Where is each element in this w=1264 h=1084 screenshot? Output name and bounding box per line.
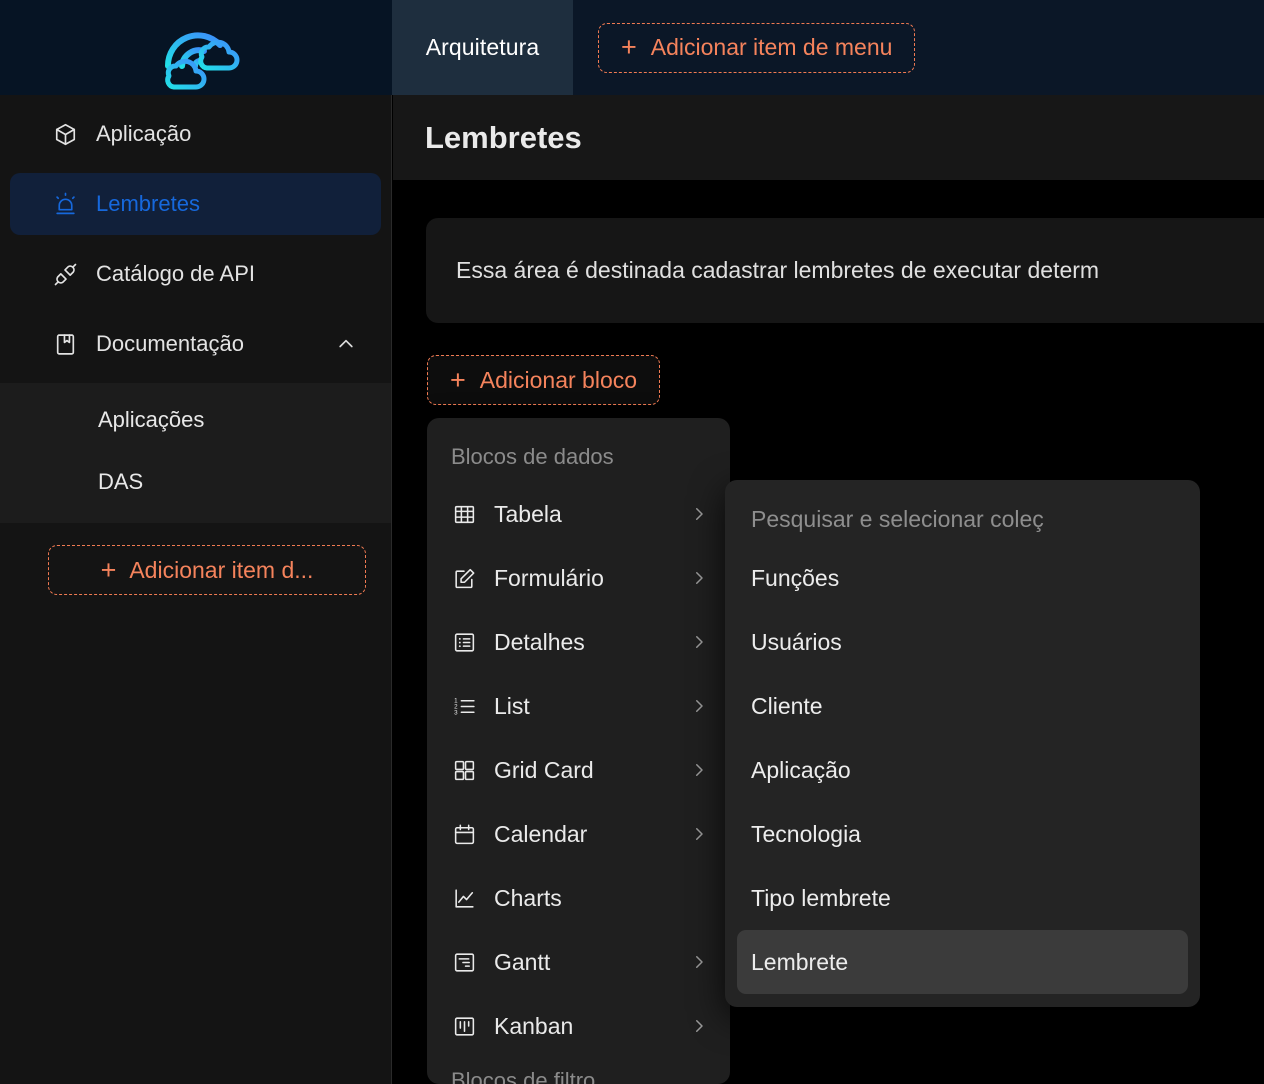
sidebar: Aplicação Lembretes Catálogo de API — [0, 95, 392, 1084]
menu-item-label: Calendar — [494, 821, 673, 848]
sidebar-subitem-das[interactable]: DAS — [0, 451, 391, 513]
plus-icon: + — [450, 367, 466, 394]
menu-item-kanban[interactable]: Kanban — [427, 994, 730, 1058]
page-header: Lembretes — [393, 95, 1264, 180]
add-block-label: Adicionar bloco — [480, 367, 637, 394]
sidebar-subgroup-documentacao: Aplicações DAS — [0, 383, 391, 523]
collection-item-aplicacao[interactable]: Aplicação — [737, 738, 1188, 802]
top-bar: Arquitetura + Adicionar item de menu — [0, 0, 1264, 95]
menu-item-detalhes[interactable]: Detalhes — [427, 610, 730, 674]
details-icon — [451, 629, 477, 655]
menu-item-label: Detalhes — [494, 629, 673, 656]
sidebar-item-aplicacao[interactable]: Aplicação — [10, 103, 381, 165]
menu-item-calendar[interactable]: Calendar — [427, 802, 730, 866]
block-type-menu: Blocos de dados Tabela Formulário Detalh… — [427, 418, 730, 1084]
menu-tab-strip: Arquitetura + Adicionar item de menu — [392, 0, 1264, 95]
collection-item-tecnologia[interactable]: Tecnologia — [737, 802, 1188, 866]
chevron-right-icon — [690, 1017, 708, 1035]
chevron-right-icon — [690, 761, 708, 779]
sidebar-subitem-aplicacoes[interactable]: Aplicações — [0, 389, 391, 451]
chevron-right-icon — [690, 505, 708, 523]
collection-search-input[interactable]: Pesquisar e selecionar coleç — [737, 492, 1188, 546]
edit-box-icon — [451, 565, 477, 591]
collection-item-label: Funções — [751, 565, 839, 592]
chevron-up-icon[interactable] — [333, 334, 359, 354]
sidebar-add-item-button[interactable]: + Adicionar item d... — [48, 545, 366, 595]
add-menu-item-label: Adicionar item de menu — [651, 34, 893, 61]
rainbow-clouds-logo-icon — [150, 4, 242, 92]
plug-icon — [52, 261, 78, 287]
book-icon — [52, 331, 78, 357]
menu-item-tabela[interactable]: Tabela — [427, 482, 730, 546]
app-root: Arquitetura + Adicionar item de menu Apl… — [0, 0, 1264, 1084]
collection-item-tipo-lembrete[interactable]: Tipo lembrete — [737, 866, 1188, 930]
collection-item-cliente[interactable]: Cliente — [737, 674, 1188, 738]
menu-item-label: Gantt — [494, 949, 673, 976]
collection-item-label: Cliente — [751, 693, 823, 720]
menu-item-list[interactable]: 123 List — [427, 674, 730, 738]
menu-item-label: Tabela — [494, 501, 673, 528]
sidebar-item-label: Lembretes — [96, 191, 381, 217]
sidebar-item-catalogo-de-api[interactable]: Catálogo de API — [10, 243, 381, 305]
calendar-icon — [451, 821, 477, 847]
chevron-right-icon — [690, 697, 708, 715]
plus-icon: + — [101, 557, 117, 584]
menu-item-label: Charts — [494, 885, 708, 912]
chevron-right-icon — [690, 825, 708, 843]
ordered-list-icon: 123 — [451, 693, 477, 719]
collection-item-label: Aplicação — [751, 757, 851, 784]
tab-arquitetura[interactable]: Arquitetura — [392, 0, 573, 95]
sidebar-item-label: Catálogo de API — [96, 261, 381, 287]
gantt-icon — [451, 949, 477, 975]
collection-select-menu: Pesquisar e selecionar coleç Funções Usu… — [725, 480, 1200, 1007]
sidebar-subitem-label: Aplicações — [98, 407, 204, 433]
plus-icon: + — [621, 34, 637, 61]
sidebar-add-item-label: Adicionar item d... — [129, 557, 313, 584]
page-title: Lembretes — [425, 120, 582, 156]
add-menu-item-button[interactable]: + Adicionar item de menu — [598, 23, 915, 73]
sidebar-item-documentacao[interactable]: Documentação — [10, 313, 381, 375]
menu-section-filter-blocks: Blocos de filtro — [427, 1058, 730, 1084]
box-icon — [52, 121, 78, 147]
collection-item-label: Usuários — [751, 629, 842, 656]
chevron-right-icon — [690, 569, 708, 587]
collection-item-lembrete[interactable]: Lembrete — [737, 930, 1188, 994]
menu-section-data-blocks: Blocos de dados — [427, 434, 730, 482]
chevron-right-icon — [690, 633, 708, 651]
menu-item-formulario[interactable]: Formulário — [427, 546, 730, 610]
tab-label: Arquitetura — [426, 34, 540, 61]
table-icon — [451, 501, 477, 527]
menu-item-charts[interactable]: Charts — [427, 866, 730, 930]
grid-card-icon — [451, 757, 477, 783]
menu-item-label: Grid Card — [494, 757, 673, 784]
siren-icon — [52, 191, 78, 217]
menu-item-label: Kanban — [494, 1013, 673, 1040]
collection-search-placeholder: Pesquisar e selecionar coleç — [751, 506, 1044, 533]
collection-item-usuarios[interactable]: Usuários — [737, 610, 1188, 674]
app-logo[interactable] — [0, 0, 392, 95]
menu-item-grid-card[interactable]: Grid Card — [427, 738, 730, 802]
collection-item-label: Tipo lembrete — [751, 885, 891, 912]
add-block-button[interactable]: + Adicionar bloco — [427, 355, 660, 405]
svg-text:3: 3 — [454, 709, 458, 716]
collection-item-label: Lembrete — [751, 949, 848, 976]
sidebar-item-label: Aplicação — [96, 121, 381, 147]
menu-item-label: List — [494, 693, 673, 720]
collection-item-funcoes[interactable]: Funções — [737, 546, 1188, 610]
info-card-text: Essa área é destinada cadastrar lembrete… — [456, 257, 1099, 284]
menu-item-label: Formulário — [494, 565, 673, 592]
sidebar-item-lembretes[interactable]: Lembretes — [10, 173, 381, 235]
chevron-right-icon — [690, 953, 708, 971]
chart-line-icon — [451, 885, 477, 911]
menu-item-gantt[interactable]: Gantt — [427, 930, 730, 994]
collection-item-label: Tecnologia — [751, 821, 861, 848]
sidebar-subitem-label: DAS — [98, 469, 143, 495]
sidebar-item-label: Documentação — [96, 331, 315, 357]
kanban-icon — [451, 1013, 477, 1039]
info-card: Essa área é destinada cadastrar lembrete… — [426, 218, 1264, 323]
